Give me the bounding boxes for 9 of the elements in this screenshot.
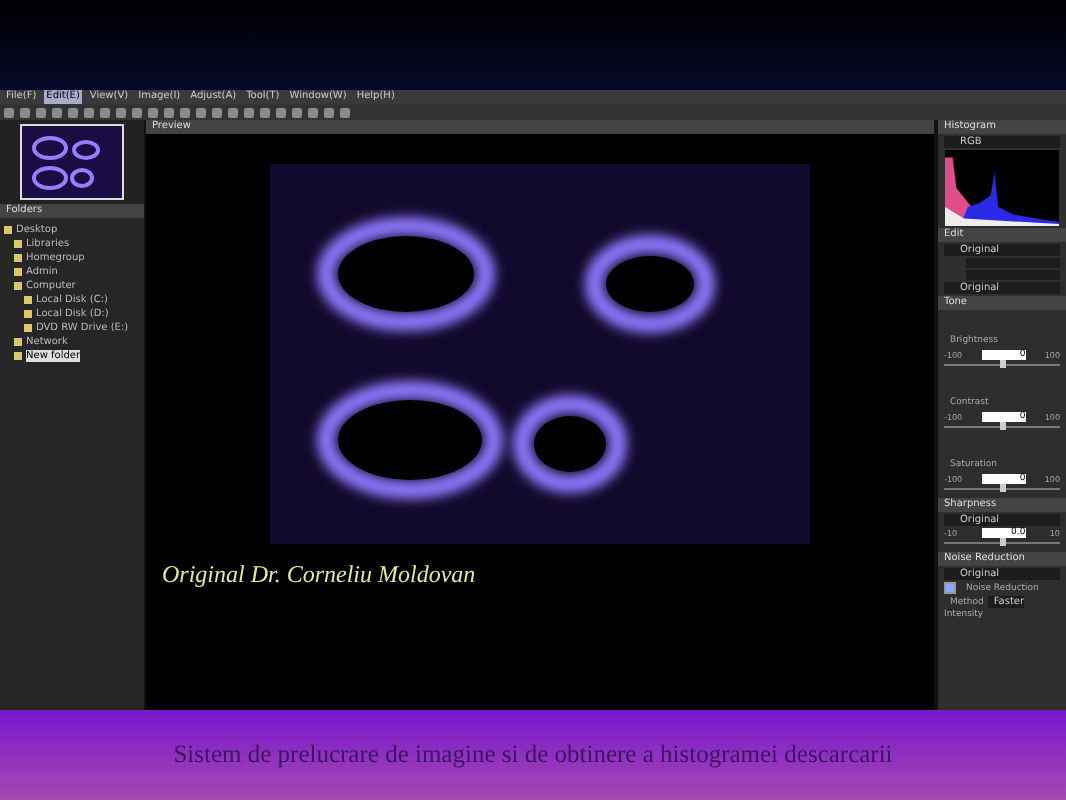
slider-thumb[interactable]	[1000, 422, 1006, 430]
slider-thumb[interactable]	[1000, 538, 1006, 546]
thumbnail-drawing[interactable]	[20, 124, 124, 200]
slider-thumb[interactable]	[1000, 484, 1006, 492]
histogram-chart-drawing	[944, 150, 1060, 226]
slide-caption: Sistem de prelucrare de imagine si de obtinere a histogramei descarcarii	[173, 740, 893, 770]
image-caption: Original Dr. Corneliu Moldovan	[162, 560, 476, 590]
checkbox[interactable]	[944, 582, 956, 594]
slider-thumb[interactable]	[1000, 360, 1006, 368]
